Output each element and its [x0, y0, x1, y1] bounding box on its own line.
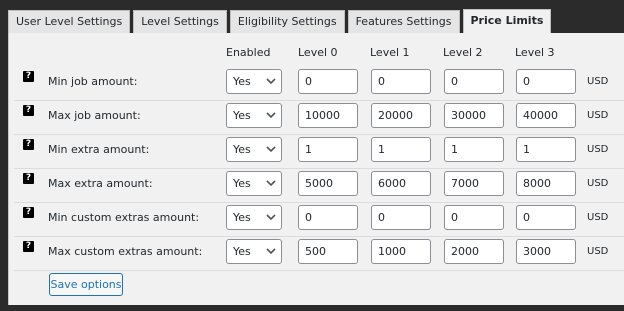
- level-1-input[interactable]: 20000: [371, 103, 431, 128]
- row-label: Min extra amount:: [48, 143, 150, 156]
- enabled-select[interactable]: Yes: [226, 137, 282, 162]
- chevron-down-icon: [266, 248, 276, 255]
- level-3-input[interactable]: 8000: [516, 171, 576, 196]
- level-0-input[interactable]: 1: [298, 137, 358, 162]
- chevron-down-icon: [266, 112, 276, 119]
- row-label: Max job amount:: [48, 109, 141, 122]
- enabled-select[interactable]: Yes: [226, 103, 282, 128]
- chevron-down-icon: [266, 214, 276, 221]
- row-label: Min custom extras amount:: [48, 211, 200, 224]
- currency-unit: USD: [587, 144, 609, 155]
- enabled-select[interactable]: Yes: [226, 171, 282, 196]
- price-limits-panel: Enabled Level 0 Level 1 Level 2 Level 3 …: [8, 33, 624, 305]
- table-row-max-extra-amount: ? Max extra amount: Yes 5000 6000 7000 8000 USD: [14, 168, 624, 203]
- tab-price-limits[interactable]: Price Limits: [462, 9, 552, 33]
- enabled-select-value: Yes: [233, 143, 251, 156]
- currency-unit: USD: [587, 246, 609, 257]
- column-header-level-2: Level 2: [443, 46, 483, 59]
- level-1-input[interactable]: 1: [371, 137, 431, 162]
- question-mark-icon[interactable]: ?: [23, 173, 34, 184]
- level-2-input[interactable]: 0: [444, 205, 504, 230]
- row-label: Max extra amount:: [48, 177, 153, 190]
- tab-bar: User Level Settings Level Settings Eligi…: [8, 9, 554, 33]
- tab-user-level-settings[interactable]: User Level Settings: [8, 10, 131, 33]
- question-mark-icon[interactable]: ?: [23, 139, 34, 150]
- tab-features-settings[interactable]: Features Settings: [347, 10, 460, 33]
- column-header-enabled: Enabled: [226, 46, 271, 59]
- question-mark-icon[interactable]: ?: [23, 207, 34, 218]
- level-2-input[interactable]: 7000: [444, 171, 504, 196]
- level-2-input[interactable]: 2000: [444, 239, 504, 264]
- enabled-select[interactable]: Yes: [226, 205, 282, 230]
- chevron-down-icon: [266, 146, 276, 153]
- currency-unit: USD: [587, 76, 609, 87]
- chevron-down-icon: [266, 180, 276, 187]
- enabled-select[interactable]: Yes: [226, 69, 282, 94]
- currency-unit: USD: [587, 110, 609, 121]
- level-3-input[interactable]: 1: [516, 137, 576, 162]
- enabled-select-value: Yes: [233, 245, 251, 258]
- table-row-max-custom-extras-amount: ? Max custom extras amount: Yes 500 1000 2000…: [14, 236, 624, 271]
- question-mark-icon[interactable]: ?: [23, 241, 34, 252]
- question-mark-icon[interactable]: ?: [23, 71, 34, 82]
- level-3-input[interactable]: 40000: [516, 103, 576, 128]
- level-0-input[interactable]: 0: [298, 205, 358, 230]
- enabled-select-value: Yes: [233, 75, 251, 88]
- column-header-level-1: Level 1: [370, 46, 410, 59]
- level-2-input[interactable]: 0: [444, 69, 504, 94]
- currency-unit: USD: [587, 212, 609, 223]
- tab-level-settings[interactable]: Level Settings: [133, 10, 227, 33]
- enabled-select[interactable]: Yes: [226, 239, 282, 264]
- chevron-down-icon: [266, 78, 276, 85]
- enabled-select-value: Yes: [233, 109, 251, 122]
- enabled-select-value: Yes: [233, 211, 251, 224]
- table-row-min-extra-amount: ? Min extra amount: Yes 1 1 1 1 USD: [14, 134, 624, 169]
- currency-unit: USD: [587, 178, 609, 189]
- enabled-select-value: Yes: [233, 177, 251, 190]
- question-mark-icon[interactable]: ?: [23, 105, 34, 116]
- column-header-level-3: Level 3: [515, 46, 555, 59]
- level-2-input[interactable]: 30000: [444, 103, 504, 128]
- level-1-input[interactable]: 6000: [371, 171, 431, 196]
- level-1-input[interactable]: 0: [371, 69, 431, 94]
- level-1-input[interactable]: 0: [371, 205, 431, 230]
- level-3-input[interactable]: 0: [516, 69, 576, 94]
- level-0-input[interactable]: 500: [298, 239, 358, 264]
- tab-eligibility-settings[interactable]: Eligibility Settings: [229, 10, 345, 33]
- level-1-input[interactable]: 1000: [371, 239, 431, 264]
- level-3-input[interactable]: 0: [516, 205, 576, 230]
- table-row-min-custom-extras-amount: ? Min custom extras amount: Yes 0 0 0 0 USD: [14, 202, 624, 237]
- row-label: Min job amount:: [48, 75, 138, 88]
- save-options-button[interactable]: Save options: [49, 273, 123, 296]
- table-row-min-job-amount: ? Min job amount: Yes 0 0 0 0 USD: [14, 66, 624, 101]
- table-row-max-job-amount: ? Max job amount: Yes 10000 20000 30000 40000 U…: [14, 100, 624, 135]
- row-label: Max custom extras amount:: [48, 245, 203, 258]
- level-3-input[interactable]: 3000: [516, 239, 576, 264]
- level-0-input[interactable]: 5000: [298, 171, 358, 196]
- level-0-input[interactable]: 10000: [298, 103, 358, 128]
- level-0-input[interactable]: 0: [298, 69, 358, 94]
- level-2-input[interactable]: 1: [444, 137, 504, 162]
- column-header-level-0: Level 0: [298, 46, 338, 59]
